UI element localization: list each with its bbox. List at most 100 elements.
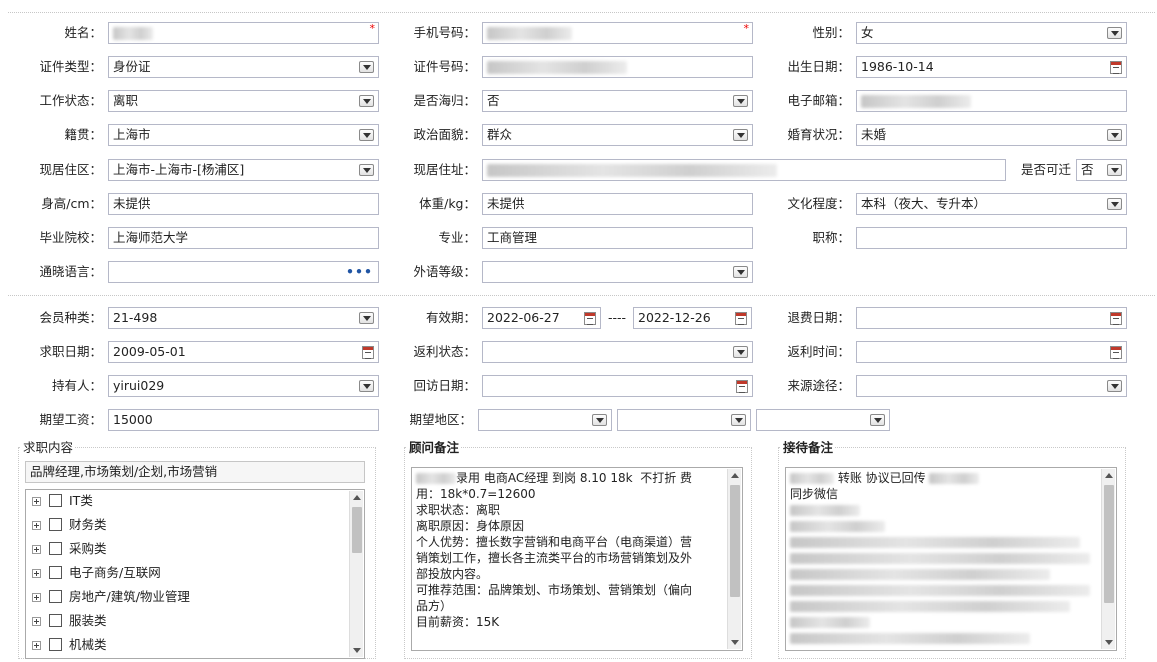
chevron-down-icon[interactable]	[359, 129, 374, 141]
scroll-thumb[interactable]	[730, 485, 740, 597]
chevron-down-icon[interactable]	[359, 95, 374, 107]
chevron-down-icon[interactable]	[733, 266, 748, 278]
tree-item[interactable]: 电子商务/互联网	[32, 564, 161, 582]
expand-icon[interactable]	[32, 641, 41, 650]
calendar-icon[interactable]	[736, 380, 748, 393]
tree-item[interactable]: IT类	[32, 492, 93, 510]
chevron-down-icon[interactable]	[733, 129, 748, 141]
residence-area-select[interactable]: 上海市-上海市-[杨浦区]	[108, 159, 379, 181]
title-field[interactable]	[856, 227, 1127, 249]
refund-date-field[interactable]	[856, 307, 1127, 329]
expand-icon[interactable]	[32, 521, 41, 530]
scroll-down-icon[interactable]	[1105, 640, 1113, 645]
email-field[interactable]	[856, 90, 1127, 112]
member-type-select[interactable]: 21-498	[108, 307, 379, 329]
residence-address-field[interactable]	[482, 159, 1006, 181]
chevron-down-icon[interactable]	[1107, 164, 1122, 176]
calendar-icon[interactable]	[362, 346, 374, 359]
chevron-down-icon[interactable]	[1107, 27, 1122, 39]
expected-region-city-select[interactable]	[617, 409, 751, 431]
job-category-tree[interactable]: IT类 财务类 采购类 电子商务/互联网 房地产/建筑/物业管理 服装类 机械类	[25, 489, 365, 659]
chevron-down-icon[interactable]	[359, 380, 374, 392]
expected-region-district-select[interactable]	[756, 409, 890, 431]
expected-salary-field[interactable]: 15000	[108, 409, 379, 431]
chevron-down-icon[interactable]	[733, 95, 748, 107]
job-summary-field[interactable]: 品牌经理,市场策划/企划,市场营销	[25, 461, 365, 483]
calendar-icon[interactable]	[735, 312, 747, 325]
checkbox[interactable]	[49, 542, 62, 555]
reception-notes-textarea[interactable]: 转账 协议已回传 同步微信	[785, 467, 1117, 651]
languages-field[interactable]: •••	[108, 261, 379, 283]
chevron-down-icon[interactable]	[870, 414, 885, 426]
source-select[interactable]	[856, 375, 1127, 397]
expected-region-province-select[interactable]	[478, 409, 612, 431]
weight-field[interactable]: 未提供	[482, 193, 753, 215]
political-select[interactable]: 群众	[482, 124, 753, 146]
scrollbar[interactable]	[727, 469, 741, 649]
id-number-field[interactable]	[482, 56, 753, 78]
scroll-down-icon[interactable]	[353, 648, 361, 653]
advisor-notes-textarea[interactable]: 录用 电商AC经理 到岗 8.10 18k 不打折 费 用：18k*0.7=12…	[411, 467, 743, 651]
chevron-down-icon[interactable]	[733, 346, 748, 358]
scrollbar[interactable]	[1101, 469, 1115, 649]
expand-icon[interactable]	[32, 497, 41, 506]
holder-select[interactable]: yirui029	[108, 375, 379, 397]
chevron-down-icon[interactable]	[731, 414, 746, 426]
native-place-select[interactable]: 上海市	[108, 124, 379, 146]
more-icon[interactable]: •••	[346, 262, 373, 282]
scroll-thumb[interactable]	[352, 507, 362, 553]
chevron-down-icon[interactable]	[1107, 129, 1122, 141]
job-date-field[interactable]: 2009-05-01	[108, 341, 379, 363]
gender-select[interactable]: 女	[856, 22, 1127, 44]
tree-item[interactable]: 采购类	[32, 540, 107, 558]
visit-date-field[interactable]	[482, 375, 753, 397]
education-select[interactable]: 本科（夜大、专升本）	[856, 193, 1127, 215]
chevron-down-icon[interactable]	[359, 164, 374, 176]
valid-start-field[interactable]: 2022-06-27	[482, 307, 601, 329]
tree-item[interactable]: 服装类	[32, 612, 107, 630]
major-field[interactable]: 工商管理	[482, 227, 753, 249]
calendar-icon[interactable]	[1110, 61, 1122, 74]
rebate-status-select[interactable]	[482, 341, 753, 363]
scroll-up-icon[interactable]	[1105, 473, 1113, 478]
chevron-down-icon[interactable]	[1107, 380, 1122, 392]
expand-icon[interactable]	[32, 593, 41, 602]
chevron-down-icon[interactable]	[359, 312, 374, 324]
expand-icon[interactable]	[32, 617, 41, 626]
scroll-down-icon[interactable]	[731, 640, 739, 645]
overseas-select[interactable]: 否	[482, 90, 753, 112]
tree-item[interactable]: 房地产/建筑/物业管理	[32, 588, 190, 606]
scroll-up-icon[interactable]	[353, 495, 361, 500]
scroll-up-icon[interactable]	[731, 473, 739, 478]
tree-item[interactable]: 财务类	[32, 516, 107, 534]
scroll-thumb[interactable]	[1104, 485, 1114, 603]
calendar-icon[interactable]	[1110, 346, 1122, 359]
expand-icon[interactable]	[32, 545, 41, 554]
marital-select[interactable]: 未婚	[856, 124, 1127, 146]
work-status-select[interactable]: 离职	[108, 90, 379, 112]
checkbox[interactable]	[49, 518, 62, 531]
phone-field[interactable]: *	[482, 22, 753, 44]
valid-end-field[interactable]: 2022-12-26	[633, 307, 752, 329]
tree-item[interactable]: 机械类	[32, 636, 107, 654]
checkbox[interactable]	[49, 494, 62, 507]
name-field[interactable]: *	[108, 22, 379, 44]
scrollbar[interactable]	[349, 491, 363, 657]
rebate-time-field[interactable]	[856, 341, 1127, 363]
birth-date-field[interactable]: 1986-10-14	[856, 56, 1127, 78]
calendar-icon[interactable]	[584, 312, 596, 325]
height-field[interactable]: 未提供	[108, 193, 379, 215]
chevron-down-icon[interactable]	[1107, 198, 1122, 210]
expand-icon[interactable]	[32, 569, 41, 578]
checkbox[interactable]	[49, 590, 62, 603]
checkbox[interactable]	[49, 566, 62, 579]
school-field[interactable]: 上海师范大学	[108, 227, 379, 249]
foreign-level-select[interactable]	[482, 261, 753, 283]
id-type-select[interactable]: 身份证	[108, 56, 379, 78]
checkbox[interactable]	[49, 638, 62, 651]
chevron-down-icon[interactable]	[359, 61, 374, 73]
checkbox[interactable]	[49, 614, 62, 627]
calendar-icon[interactable]	[1110, 312, 1122, 325]
relocate-select[interactable]: 否	[1076, 159, 1127, 181]
chevron-down-icon[interactable]	[592, 414, 607, 426]
